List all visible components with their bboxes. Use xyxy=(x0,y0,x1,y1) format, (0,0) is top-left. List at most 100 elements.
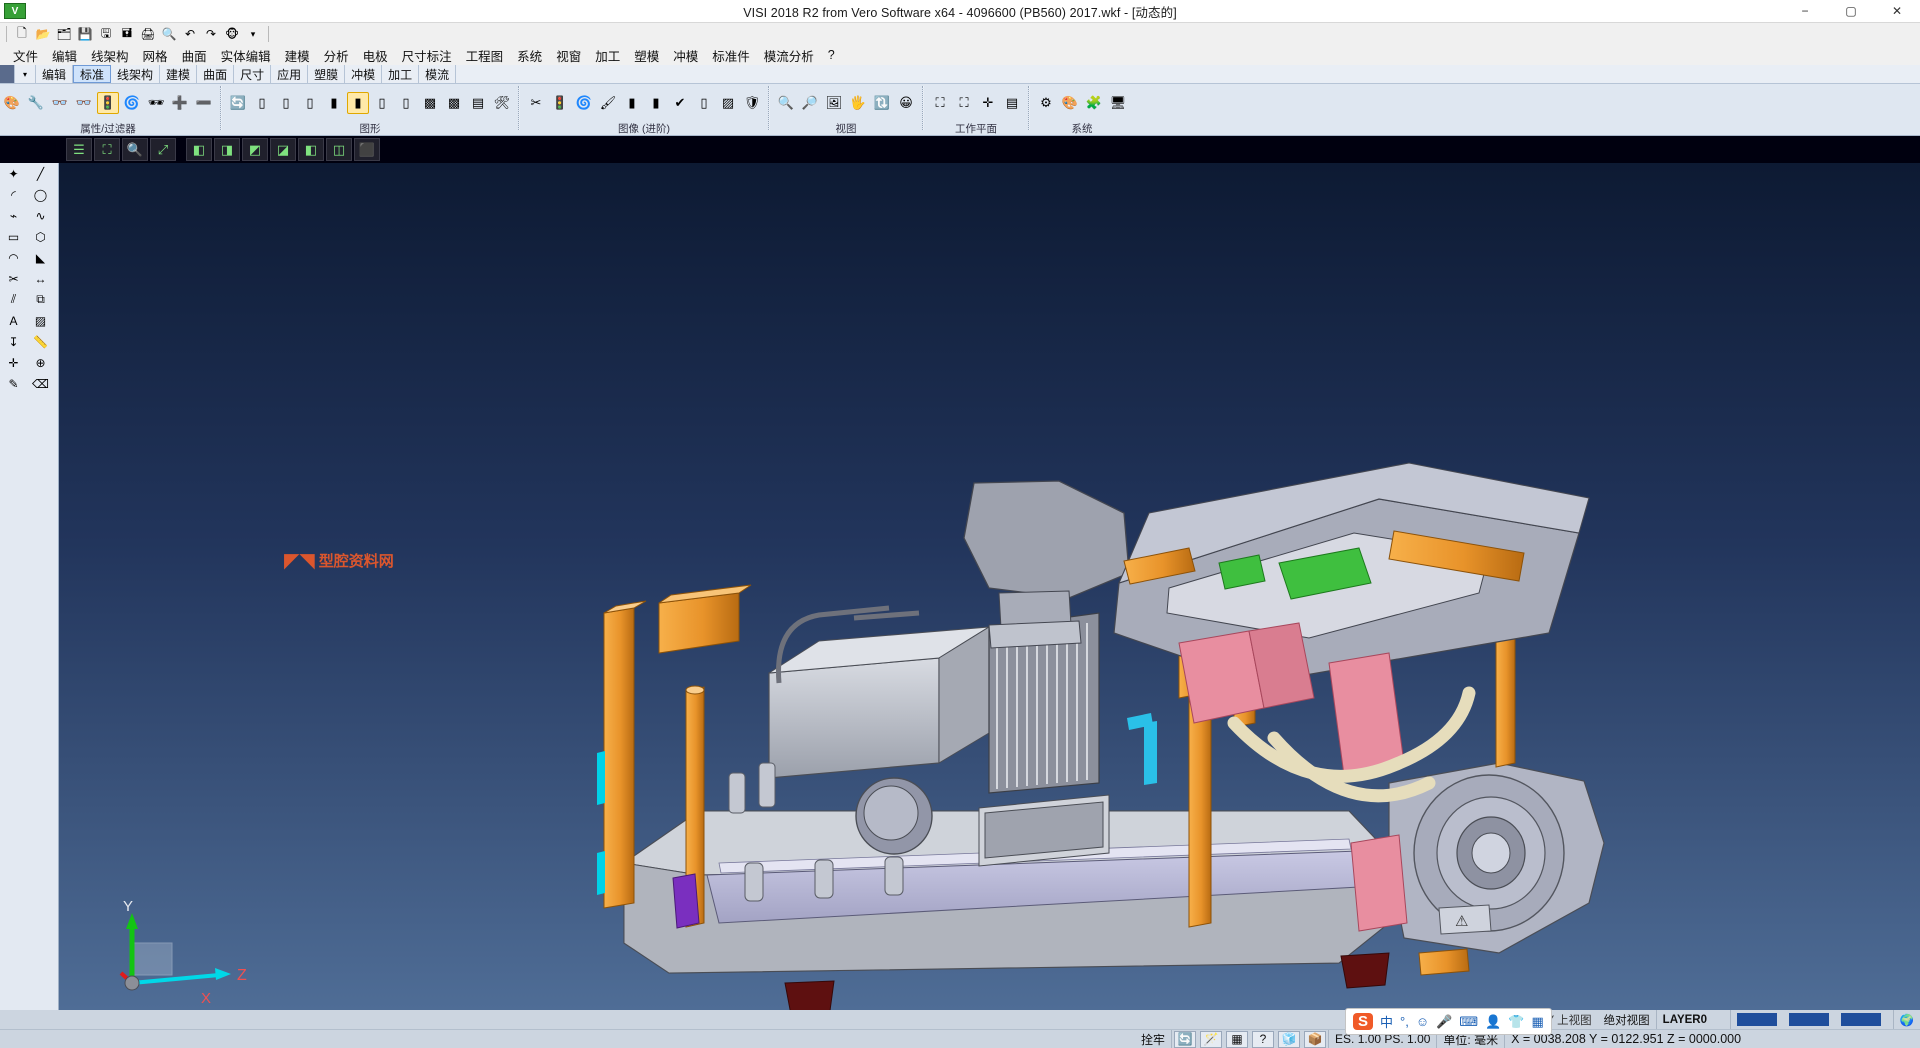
polygon-icon[interactable]: ⬡ xyxy=(27,226,54,247)
hatch-tool-icon[interactable]: ▨ xyxy=(27,310,54,331)
left-draw-toolbar[interactable]: ✦╱◜◯⌁∿▭⬡◠◣✂↔⫽⧉A▨↧📏✛⊕✎⌫ xyxy=(0,163,59,1010)
model-3d-assembly[interactable]: ⚠ xyxy=(59,163,1920,1010)
menu-item-4[interactable]: 曲面 xyxy=(175,46,214,65)
extend-icon[interactable]: ↔ xyxy=(27,268,54,289)
fillet-icon[interactable]: ◠ xyxy=(0,247,27,268)
spline-icon[interactable]: ∿ xyxy=(27,205,54,226)
shield-render-icon[interactable]: 🛡 xyxy=(741,92,763,114)
circle-icon[interactable]: ◯ xyxy=(27,184,54,205)
status-box-icon[interactable]: 📦 xyxy=(1304,1031,1326,1048)
view-fit-icon[interactable]: ⛶ xyxy=(94,138,120,161)
point-icon[interactable]: ✦ xyxy=(0,163,27,184)
workplane-new-icon[interactable]: ⛶ xyxy=(929,92,951,114)
ribbon-tab-8[interactable]: 冲模 xyxy=(345,65,382,83)
menu-item-7[interactable]: 分析 xyxy=(317,46,356,65)
material-blue-icon[interactable]: ▮ xyxy=(621,92,643,114)
system-config-icon[interactable]: ⚙ xyxy=(1035,92,1057,114)
menu-item-0[interactable]: 文件 xyxy=(6,46,45,65)
globe-icon[interactable]: 🌍 xyxy=(1894,1010,1920,1029)
ribbon-tabstrip[interactable]: ▾ 编辑标准线架构建模曲面尺寸应用塑膜冲模加工模流 xyxy=(0,65,1920,84)
hidden-line-view-icon[interactable]: ▯ xyxy=(275,92,297,114)
view-iso2-icon[interactable]: ⬛ xyxy=(354,138,380,161)
construct-icon[interactable]: ✛ xyxy=(0,352,27,373)
filter-settings-icon[interactable]: 🕶 xyxy=(145,92,167,114)
menu-item-14[interactable]: 塑模 xyxy=(627,46,666,65)
refresh-image-icon[interactable]: 🌀 xyxy=(573,92,595,114)
menu-item-5[interactable]: 实体编辑 xyxy=(214,46,278,65)
tabstrip-dropdown-icon[interactable]: ▾ xyxy=(14,65,36,83)
view-iso1-icon[interactable]: ◧ xyxy=(186,138,212,161)
workplane-list-icon[interactable]: ▤ xyxy=(1001,92,1023,114)
ribbon-tab-0[interactable]: 编辑 xyxy=(36,65,73,83)
workplane-edit-icon[interactable]: ⛶ xyxy=(953,92,975,114)
view-toolbar[interactable]: ☰⛶🔍⤢◧◨◩◪◧◫⬛ xyxy=(0,136,1920,163)
menu-item-3[interactable]: 网格 xyxy=(136,46,175,65)
ime-keyboard-icon[interactable]: ⌨ xyxy=(1459,1014,1478,1030)
ribbon-group-icons-3[interactable]: 🔍🔎🖼🖐🔃😀 xyxy=(774,86,918,120)
snap-icon[interactable]: ⊕ xyxy=(27,352,54,373)
render-quality-icon[interactable]: ▩ xyxy=(443,92,465,114)
menu-item-1[interactable]: 编辑 xyxy=(45,46,84,65)
menu-bar[interactable]: 文件编辑线架构网格曲面实体编辑建模分析电极尺寸标注工程图系统视窗加工塑模冲模标准… xyxy=(0,45,1920,65)
status-grid-icon[interactable]: ▦ xyxy=(1226,1031,1248,1048)
system-view-icon[interactable]: 🖥 xyxy=(1107,92,1129,114)
measure-icon[interactable]: 📏 xyxy=(27,331,54,352)
menu-item-18[interactable]: ? xyxy=(821,48,842,62)
ribbon-group-icons-4[interactable]: ⛶⛶✛▤ xyxy=(928,86,1024,120)
status-color-swatches[interactable] xyxy=(1731,1010,1894,1029)
menu-item-2[interactable]: 线架构 xyxy=(84,46,136,65)
light-traffic-icon[interactable]: 🚦 xyxy=(549,92,571,114)
status-pick-icon[interactable]: 🪄 xyxy=(1200,1031,1222,1048)
menu-item-16[interactable]: 标准件 xyxy=(705,46,757,65)
ribbon-toolbar[interactable]: 🎨🔧👓👓🚦🌀🕶➕➖属性/过滤器🔄▯▯▯▮▮▯▯▩▩▤🛠图形✂🚦🌀🖌▮▮✔▯▨🛡图… xyxy=(0,84,1920,136)
rotate-view-icon[interactable]: 🔃 xyxy=(871,92,893,114)
save-icon[interactable]: 💾 xyxy=(75,24,95,44)
sogou-ime-icon[interactable]: S xyxy=(1353,1013,1373,1030)
view-back-icon[interactable]: ◫ xyxy=(326,138,352,161)
filter-remove-icon[interactable]: 👓 xyxy=(73,92,95,114)
ribbon-tab-6[interactable]: 应用 xyxy=(271,65,308,83)
window-controls[interactable]: − ▢ ✕ xyxy=(1782,0,1920,23)
system-help-icon[interactable]: 🧩 xyxy=(1083,92,1105,114)
macro-icon[interactable]: 🐵 xyxy=(222,24,242,44)
hidden-dashed-view-icon[interactable]: ▯ xyxy=(299,92,321,114)
hatch-icon[interactable]: ▨ xyxy=(717,92,739,114)
add-light-icon[interactable]: ✂ xyxy=(525,92,547,114)
color-swatch-2[interactable] xyxy=(1789,1013,1829,1026)
fit-view-icon[interactable]: 🖼 xyxy=(823,92,845,114)
line-icon[interactable]: ╱ xyxy=(27,163,54,184)
add-material-icon[interactable]: 🖌 xyxy=(597,92,619,114)
zoom-all-icon[interactable]: 🔎 xyxy=(799,92,821,114)
status-help-icon[interactable]: ? xyxy=(1252,1031,1274,1048)
minimize-button[interactable]: − xyxy=(1782,0,1828,23)
color-swatch-3[interactable] xyxy=(1841,1013,1881,1026)
menu-item-11[interactable]: 系统 xyxy=(510,46,549,65)
workplane-origin-icon[interactable]: ✛ xyxy=(977,92,999,114)
view-tools-icon[interactable]: 🛠 xyxy=(491,92,513,114)
color-swatch-1[interactable] xyxy=(1737,1013,1777,1026)
ribbon-tab-4[interactable]: 曲面 xyxy=(197,65,234,83)
ribbon-group-icons-5[interactable]: ⚙🎨🧩🖥 xyxy=(1034,86,1130,120)
chamfer-icon[interactable]: ◣ xyxy=(27,247,54,268)
view-settings-icon[interactable]: ▤ xyxy=(467,92,489,114)
mirror-icon[interactable]: ⧉ xyxy=(27,289,54,310)
status-reset-icon[interactable]: 🔄 xyxy=(1174,1031,1196,1048)
check-material-icon[interactable]: ✔ xyxy=(669,92,691,114)
ribbon-group-icons-0[interactable]: 🎨🔧👓👓🚦🌀🕶➕➖ xyxy=(0,86,216,120)
menu-item-12[interactable]: 视窗 xyxy=(549,46,588,65)
ime-mic-icon[interactable]: 🎤 xyxy=(1436,1014,1452,1030)
print-preview-icon[interactable]: 🔍 xyxy=(159,24,179,44)
rectangle-icon[interactable]: ▭ xyxy=(0,226,27,247)
ribbon-tab-5[interactable]: 尺寸 xyxy=(234,65,271,83)
redo-icon[interactable]: ↷ xyxy=(201,24,221,44)
view-front-icon[interactable]: ◩ xyxy=(242,138,268,161)
menu-item-17[interactable]: 模流分析 xyxy=(757,46,821,65)
ribbon-group-icons-1[interactable]: 🔄▯▯▯▮▮▯▯▩▩▤🛠 xyxy=(226,86,514,120)
ribbon-tab-3[interactable]: 建模 xyxy=(160,65,197,83)
ime-user-icon[interactable]: 👤 xyxy=(1485,1014,1501,1030)
close-button[interactable]: ✕ xyxy=(1874,0,1920,23)
ribbon-tab-9[interactable]: 加工 xyxy=(382,65,419,83)
zoom-window-icon[interactable]: 🔍 xyxy=(775,92,797,114)
view-left-icon[interactable]: ◧ xyxy=(298,138,324,161)
qat-overflow-icon[interactable]: ▾ xyxy=(243,24,263,44)
